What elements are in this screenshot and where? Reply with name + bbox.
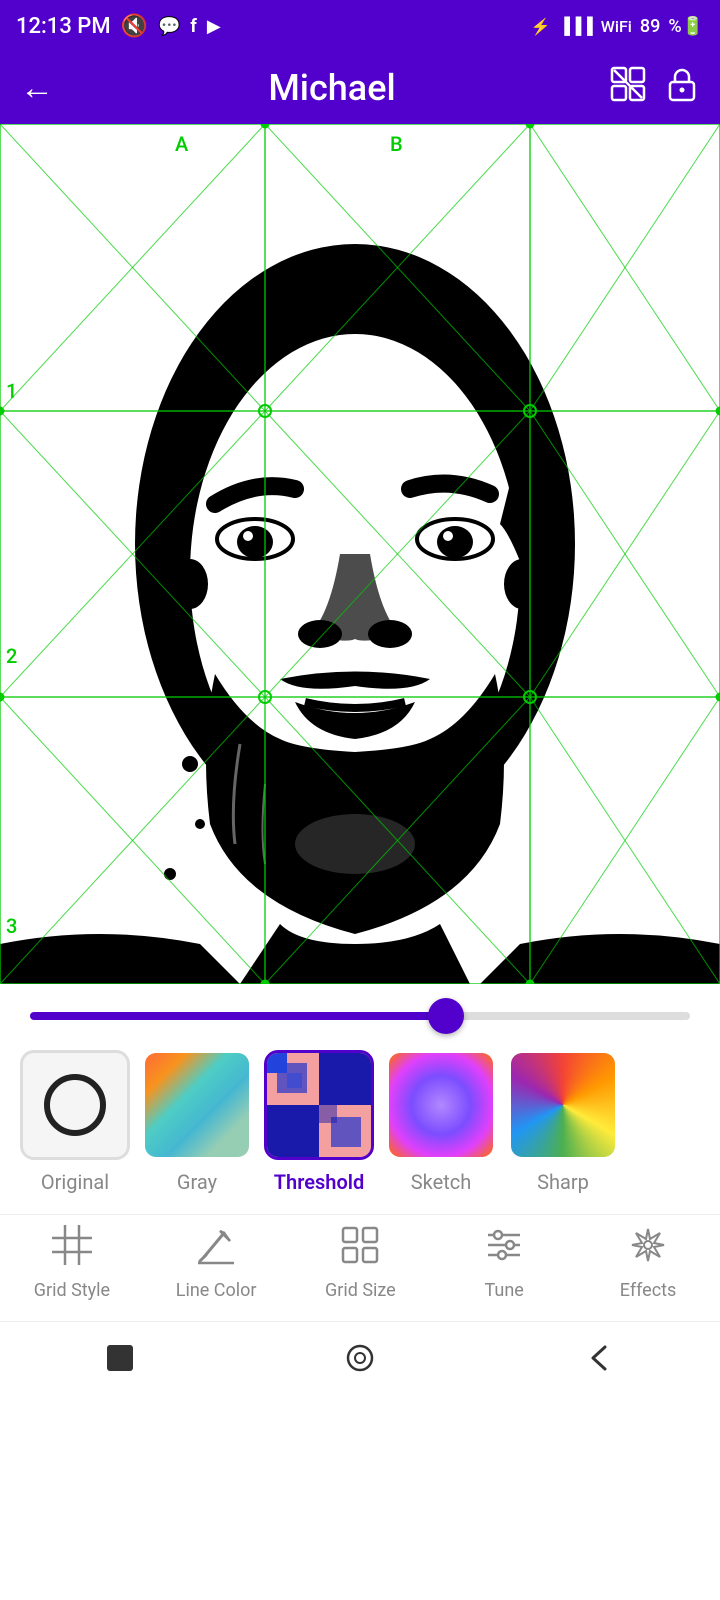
- filter-item-sketch[interactable]: Sketch: [386, 1050, 496, 1194]
- slider-fill: [30, 1012, 446, 1020]
- filter-thumb-sharp: [508, 1050, 618, 1160]
- toolbar-label-line-color: Line Color: [176, 1280, 257, 1301]
- nav-bar: [0, 1321, 720, 1401]
- signal-icon: ▐▐▐: [559, 16, 593, 36]
- toolbar-label-effects: Effects: [620, 1280, 677, 1301]
- bottom-toolbar: Grid Style Line Color: [0, 1214, 720, 1321]
- slider-track[interactable]: [30, 1012, 690, 1020]
- effects-icon: [628, 1225, 668, 1274]
- slider-thumb[interactable]: [428, 998, 464, 1034]
- toolbar-label-grid-size: Grid Size: [325, 1280, 396, 1301]
- status-bar: 12:13 PM 🔇 💬 f ▶ ⚡ ▐▐▐ WiFi 89 %🔋: [0, 0, 720, 52]
- toolbar-label-grid-style: Grid Style: [34, 1280, 110, 1301]
- canvas-area[interactable]: A B 1 2 3: [0, 124, 720, 984]
- back-button[interactable]: ←: [20, 68, 54, 108]
- filter-item-sharp[interactable]: Sharp: [508, 1050, 618, 1194]
- filter-label-sketch: Sketch: [411, 1170, 471, 1194]
- status-right: ⚡ ▐▐▐ WiFi 89 %🔋: [531, 16, 704, 37]
- facebook-icon: f: [190, 16, 196, 37]
- page-title: Michael: [268, 67, 395, 109]
- filter-item-gray[interactable]: Gray: [142, 1050, 252, 1194]
- nav-square-button[interactable]: [103, 1341, 137, 1383]
- grid-toggle-icon[interactable]: [610, 66, 646, 111]
- grid-style-icon: [52, 1225, 92, 1274]
- bluetooth-icon: ⚡: [531, 17, 551, 36]
- portrait-container: A B 1 2 3: [0, 124, 720, 984]
- grid-row-label-3: 3: [6, 914, 17, 938]
- toolbar-item-tune[interactable]: Tune: [464, 1225, 544, 1301]
- filter-thumb-gray: [142, 1050, 252, 1160]
- header-actions: [610, 66, 700, 111]
- lock-icon[interactable]: [664, 66, 700, 111]
- filter-thumb-original: [20, 1050, 130, 1160]
- mute-icon: 🔇: [121, 14, 148, 39]
- header: ← Michael: [0, 52, 720, 124]
- status-left: 12:13 PM 🔇 💬 f ▶: [16, 14, 221, 39]
- toolbar-label-tune: Tune: [485, 1280, 524, 1301]
- toolbar-item-grid-style[interactable]: Grid Style: [32, 1225, 112, 1301]
- toolbar-item-grid-size[interactable]: Grid Size: [320, 1225, 400, 1301]
- wifi-icon: WiFi: [601, 17, 632, 36]
- filter-label-threshold: Threshold: [274, 1170, 364, 1194]
- filter-item-threshold[interactable]: Threshold: [264, 1050, 374, 1194]
- filter-label-sharp: Sharp: [537, 1170, 589, 1194]
- grid-row-label-1: 1: [6, 379, 17, 403]
- grid-row-label-2: 2: [6, 644, 17, 668]
- toolbar-row: Grid Style Line Color: [0, 1225, 720, 1301]
- message-icon: 💬: [158, 16, 180, 37]
- filter-item-original[interactable]: Original: [20, 1050, 130, 1194]
- filter-label-original: Original: [41, 1170, 109, 1194]
- filter-thumb-threshold: [264, 1050, 374, 1160]
- filter-section: Original Gray: [0, 1040, 720, 1214]
- filter-thumb-sketch: [386, 1050, 496, 1160]
- battery-icon: %🔋: [668, 16, 704, 37]
- filter-label-gray: Gray: [177, 1170, 217, 1194]
- filter-row: Original Gray: [20, 1050, 700, 1194]
- toolbar-item-effects[interactable]: Effects: [608, 1225, 688, 1301]
- youtube-icon: ▶: [207, 16, 221, 37]
- tune-icon: [484, 1225, 524, 1274]
- line-color-icon: [196, 1225, 236, 1274]
- toolbar-item-line-color[interactable]: Line Color: [176, 1225, 257, 1301]
- slider-section: [0, 984, 720, 1040]
- nav-home-button[interactable]: [343, 1341, 377, 1383]
- portrait-image: [0, 124, 720, 984]
- grid-col-label-a: A: [175, 132, 188, 156]
- battery-percent: 89: [640, 16, 660, 37]
- nav-back-button[interactable]: [583, 1341, 617, 1383]
- time-display: 12:13 PM: [16, 14, 111, 39]
- grid-size-icon: [340, 1225, 380, 1274]
- grid-col-label-b: B: [390, 132, 403, 156]
